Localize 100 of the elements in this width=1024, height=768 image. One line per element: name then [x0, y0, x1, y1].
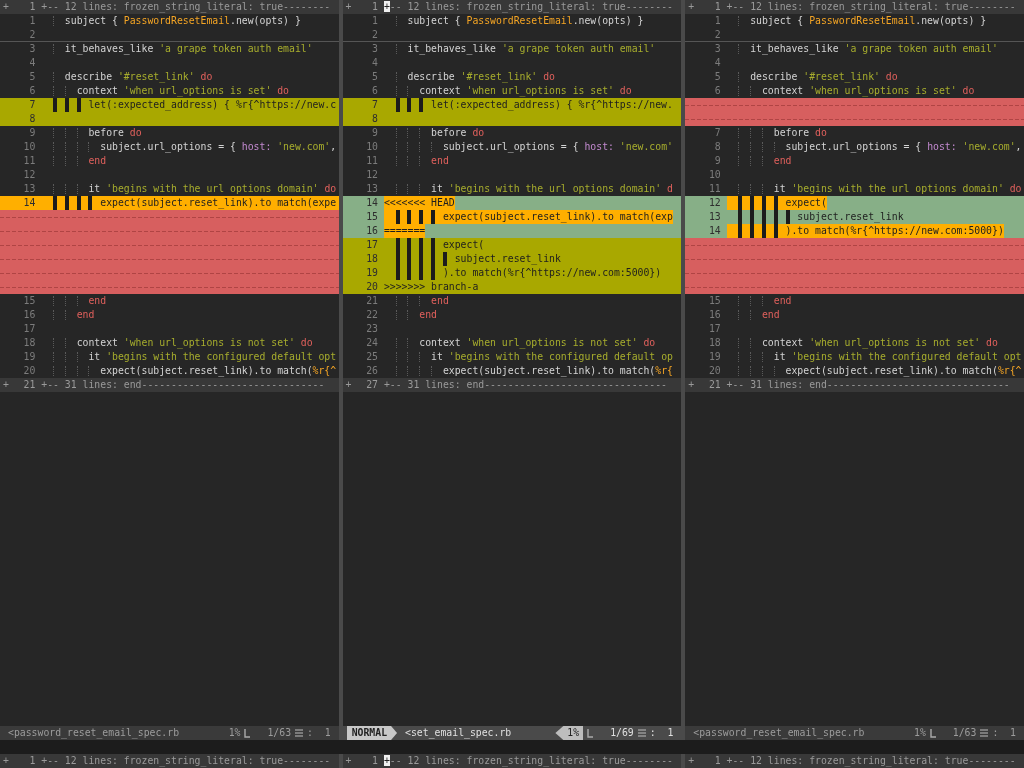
- line-number: 20: [707, 364, 721, 378]
- line-number: 2: [713, 28, 721, 41]
- line-number: 9: [713, 154, 721, 168]
- code-text: context 'when url_options is not set' do: [383, 336, 656, 350]
- line-number: 12: [22, 168, 36, 182]
- line-number: 7: [371, 98, 378, 112]
- code-text: it 'begins with the configured default op: [383, 350, 673, 364]
- line-number: 1: [371, 14, 378, 28]
- line-number: 10: [707, 168, 721, 182]
- code-text: context 'when url_options is not set' do: [41, 336, 313, 350]
- code-text: expect(subject.reset_link).to match(expe: [41, 196, 337, 210]
- line-number: 2: [371, 28, 378, 41]
- line-number: 13: [22, 182, 36, 196]
- code-text: end: [41, 154, 107, 168]
- line-number: 18: [365, 252, 378, 266]
- line-number: 20: [22, 364, 36, 378]
- cursor-position: 1/63: [267, 726, 292, 740]
- lines-icon: [637, 729, 646, 737]
- line-number: 1: [28, 754, 36, 768]
- code-text: >>>>>>> branch-a: [383, 280, 479, 294]
- code-text: expect(: [726, 196, 827, 210]
- fold-text: +-- 12 lines: frozen_string_literal: true--------: [41, 754, 331, 768]
- line-number: 18: [707, 336, 721, 350]
- scroll-percent: 1%: [555, 726, 584, 740]
- line-number: 17: [707, 322, 721, 336]
- file-name: <password_reset_email_spec.rb: [693, 726, 865, 740]
- code-text: ).to match(%r{^https://new.com:5000}): [726, 224, 1004, 238]
- code-text: it 'begins with the url options domain' do: [41, 182, 337, 196]
- line-number: 8: [371, 112, 378, 126]
- line-number: 15: [365, 210, 378, 224]
- line-number: 4: [713, 56, 721, 70]
- code-text: end: [383, 308, 437, 322]
- code-text: context 'when url_options is not set' do: [726, 336, 998, 350]
- line-number: 5: [371, 70, 378, 84]
- code-text: end: [726, 154, 792, 168]
- line-number-icon: [929, 728, 937, 738]
- code-text: expect(subject.reset_link).to match(%r{^: [41, 364, 337, 378]
- line-number: 16: [365, 224, 378, 238]
- fold-marker: +: [344, 754, 353, 768]
- line-number: 1: [28, 14, 36, 28]
- code-text: expect(subject.reset_link).to match(%r{: [383, 364, 673, 378]
- code-text: <<<<<<< HEAD: [383, 196, 455, 210]
- line-number: 5: [28, 70, 36, 84]
- line-number: 1: [371, 754, 378, 768]
- fold-marker: +: [1, 0, 10, 14]
- line-number: 21: [365, 294, 378, 308]
- line-number: 18: [22, 336, 36, 350]
- code-text: describe '#reset_link' do: [726, 70, 898, 84]
- line-number: 16: [22, 308, 36, 322]
- line-number-icon: [244, 728, 252, 738]
- code-text: end: [726, 308, 780, 322]
- code-text: subject { PasswordResetEmail.new(opts) }: [383, 14, 644, 28]
- cursor-position: 1/69: [610, 726, 634, 740]
- line-number: 3: [713, 42, 721, 56]
- fold-text: +-- 12 lines: frozen_string_literal: true--------: [383, 754, 673, 768]
- line-number: 26: [365, 364, 378, 378]
- line-number: 15: [22, 294, 36, 308]
- line-number: 12: [707, 196, 721, 210]
- line-number: 24: [365, 336, 378, 350]
- code-text: context 'when url_options is set' do: [41, 84, 289, 98]
- line-number: 22: [365, 308, 378, 322]
- code-text: it 'begins with the url options domain' do: [726, 182, 1022, 196]
- file-name: <set_email_spec.rb: [405, 726, 512, 740]
- scroll-percent: 1%: [228, 726, 241, 740]
- fold-marker: +: [687, 0, 696, 14]
- code-text: subject.reset_link: [383, 252, 561, 266]
- line-number: 3: [371, 42, 378, 56]
- line-number: 1: [713, 754, 721, 768]
- line-number: 4: [28, 56, 36, 70]
- code-text: expect(: [383, 238, 485, 252]
- line-number: 1: [28, 0, 36, 14]
- fold-text: +-- 31 lines: end-------------------------------: [41, 378, 325, 392]
- code-text: it 'begins with the configured default opt: [41, 350, 337, 364]
- column-number: : 1: [992, 726, 1016, 740]
- line-number: 10: [22, 140, 36, 154]
- code-text: context 'when url_options is set' do: [726, 84, 975, 98]
- line-number: 21: [22, 378, 36, 392]
- column-number: : 1: [307, 726, 331, 740]
- code-text: it_behaves_like 'a grape token auth email': [726, 42, 998, 56]
- line-number: 13: [365, 182, 378, 196]
- fold-text: +-- 12 lines: frozen_string_literal: true--------: [383, 0, 673, 14]
- code-text: subject.url_options = { host: 'new.com',: [726, 140, 1022, 154]
- line-number-icon: [587, 728, 595, 738]
- line-number: 7: [713, 126, 721, 140]
- code-text: it_behaves_like 'a grape token auth email': [383, 42, 656, 56]
- fold-text: +-- 12 lines: frozen_string_literal: true--------: [726, 0, 1016, 14]
- code-text: before do: [383, 126, 485, 140]
- line-number: 20: [365, 280, 378, 294]
- line-number: 9: [371, 126, 378, 140]
- line-number: 1: [713, 14, 721, 28]
- code-text: describe '#reset_link' do: [41, 70, 213, 84]
- line-number: 16: [707, 308, 721, 322]
- code-text: end: [383, 294, 449, 308]
- code-text: end: [383, 154, 449, 168]
- line-number: 19: [22, 350, 36, 364]
- line-number: 27: [365, 378, 378, 392]
- line-number: 11: [707, 182, 721, 196]
- code-text: expect(subject.reset_link).to match(%r{^: [726, 364, 1022, 378]
- line-number: 11: [365, 154, 378, 168]
- fold-text: +-- 31 lines: end-------------------------------: [726, 378, 1010, 392]
